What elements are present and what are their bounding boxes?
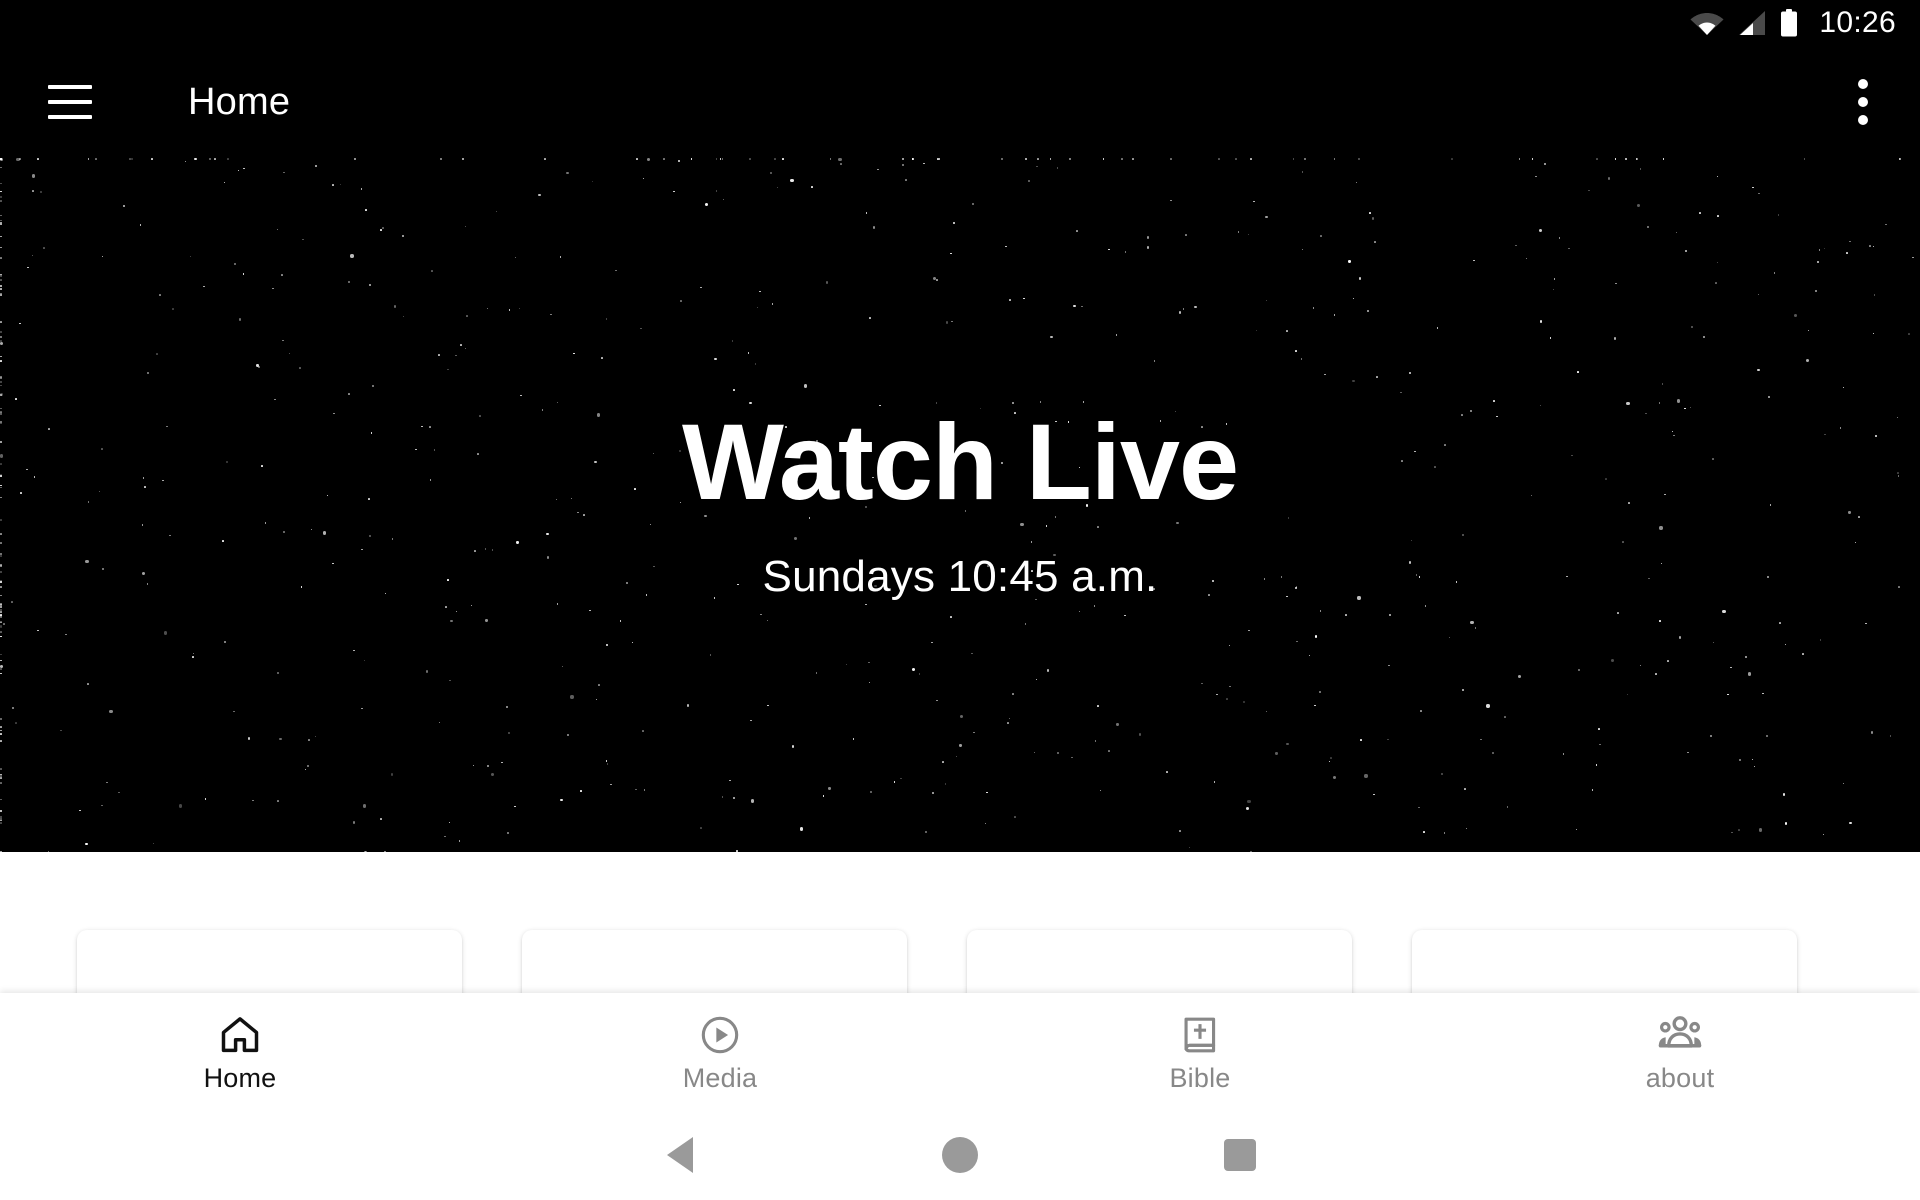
card-carousel[interactable] — [77, 930, 1797, 993]
tab-label-home: Home — [203, 1063, 277, 1093]
battery-icon — [1781, 9, 1798, 37]
recents-square-icon — [1224, 1139, 1256, 1171]
app-screen: 10:26 Home Watch Live Sundays 10:45 a.m. — [0, 0, 1920, 1200]
more-vert-icon[interactable] — [1858, 79, 1868, 125]
tab-bible[interactable]: Bible — [960, 993, 1440, 1110]
status-bar: 10:26 — [0, 0, 1920, 46]
overflow-dot — [1858, 79, 1868, 89]
overflow-dot — [1858, 115, 1868, 125]
tab-label-media: Media — [682, 1063, 758, 1093]
cellular-signal-icon — [1739, 11, 1766, 35]
bottom-navigation-bar: Home Media Bible about — [0, 993, 1920, 1110]
people-group-icon — [1657, 1011, 1703, 1059]
status-bar-clock: 10:26 — [1819, 6, 1896, 39]
hero-banner[interactable]: Watch Live Sundays 10:45 a.m. — [0, 158, 1920, 852]
hero-title: Watch Live — [681, 401, 1239, 522]
tab-media[interactable]: Media — [480, 993, 960, 1110]
content-card[interactable] — [522, 930, 907, 993]
tab-label-bible: Bible — [1169, 1063, 1231, 1093]
card-carousel-section — [0, 852, 1920, 993]
tab-home[interactable]: Home — [0, 993, 480, 1110]
content-card[interactable] — [1412, 930, 1797, 993]
hamburger-line — [48, 100, 92, 104]
play-circle-icon — [698, 1011, 742, 1059]
app-bar: Home — [0, 46, 1920, 158]
tab-label-about: about — [1645, 1063, 1715, 1093]
home-icon — [218, 1011, 262, 1059]
hamburger-line — [48, 85, 92, 89]
content-card[interactable] — [967, 930, 1352, 993]
overflow-dot — [1858, 97, 1868, 107]
bible-book-icon — [1178, 1011, 1222, 1059]
android-home-button[interactable] — [820, 1137, 1100, 1173]
hero-subtitle: Sundays 10:45 a.m. — [762, 552, 1158, 601]
status-bar-icons: 10:26 — [1690, 8, 1896, 38]
tab-about[interactable]: about — [1440, 993, 1920, 1110]
home-circle-icon — [942, 1137, 978, 1173]
hamburger-line — [48, 115, 92, 119]
android-system-navigation — [0, 1110, 1920, 1200]
page-title: Home — [188, 80, 291, 123]
hamburger-menu-icon[interactable] — [48, 85, 92, 119]
wifi-icon — [1690, 13, 1724, 35]
android-recents-button[interactable] — [1100, 1139, 1380, 1171]
android-back-button[interactable] — [540, 1137, 820, 1173]
back-triangle-icon — [667, 1137, 693, 1173]
content-card[interactable] — [77, 930, 462, 993]
hero-content: Watch Live Sundays 10:45 a.m. — [0, 158, 1920, 852]
